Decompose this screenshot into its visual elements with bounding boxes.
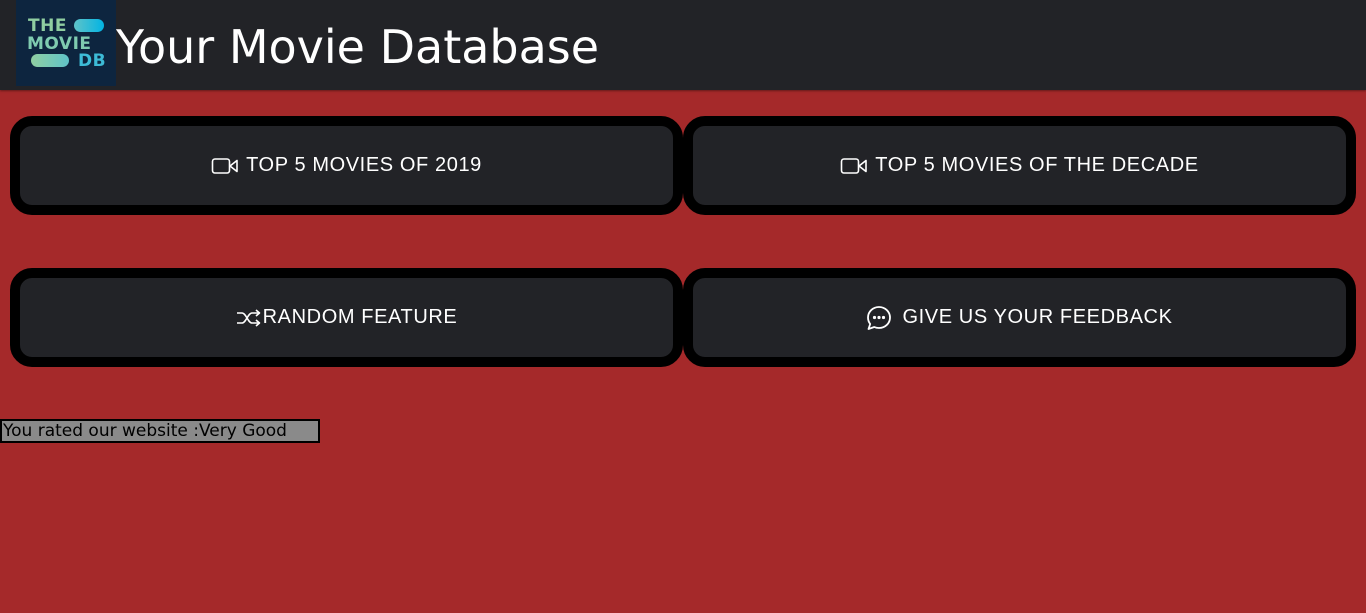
logo-pill-top: [74, 19, 104, 32]
top-header: THE MOVIE DB Your Movie Database: [0, 0, 1366, 90]
rating-status: You rated our website :Very Good: [0, 419, 320, 443]
shuffle-icon: [236, 308, 262, 327]
top-movies-decade-label: TOP 5 MOVIES OF THE DECADE: [875, 154, 1199, 176]
top-movies-2019-button[interactable]: TOP 5 MOVIES OF 2019: [10, 116, 683, 215]
video-camera-icon: [211, 157, 239, 175]
logo-line-db: DB: [78, 51, 107, 71]
feedback-button[interactable]: GIVE US YOUR FEEDBACK: [683, 268, 1356, 367]
logo-pill-bottom: [31, 54, 69, 67]
feedback-label: GIVE US YOUR FEEDBACK: [902, 306, 1173, 328]
top-movies-decade-button[interactable]: TOP 5 MOVIES OF THE DECADE: [683, 116, 1356, 215]
chat-bubble-icon: [866, 305, 892, 331]
tmdb-logo[interactable]: THE MOVIE DB: [16, 0, 116, 86]
random-feature-label: RANDOM FEATURE: [262, 306, 458, 328]
page-title: Your Movie Database: [116, 20, 600, 74]
video-camera-icon: [840, 157, 868, 175]
random-feature-button[interactable]: RANDOM FEATURE: [10, 268, 683, 367]
logo-line-the: THE: [28, 16, 67, 36]
top-movies-2019-label: TOP 5 MOVIES OF 2019: [246, 154, 482, 176]
